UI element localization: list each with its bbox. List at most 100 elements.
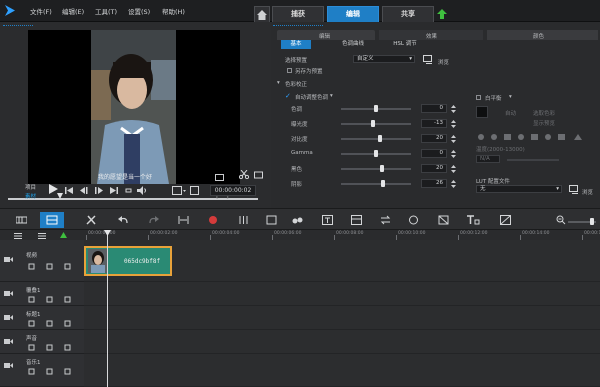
save-preset-checkbox[interactable] <box>287 68 292 73</box>
white-balance-checkbox[interactable] <box>476 95 481 100</box>
preset-browse-label[interactable]: 浏览 <box>438 58 449 66</box>
adjust-slider-knob[interactable] <box>381 180 385 187</box>
subtitle-editor-icon[interactable] <box>322 215 333 225</box>
multi-trim-icon[interactable] <box>351 215 362 225</box>
menu-help[interactable]: 帮助(H) <box>162 6 185 16</box>
motion-track-icon[interactable] <box>292 215 303 225</box>
adjust-slider[interactable] <box>341 138 411 140</box>
track-mute-icon[interactable] <box>46 263 53 270</box>
timeline-view-button[interactable] <box>40 212 64 228</box>
replace-icon[interactable] <box>380 215 391 225</box>
zoom-slider-knob[interactable] <box>590 218 594 225</box>
menu-edit[interactable]: 编辑(E) <box>62 6 84 16</box>
track-lock-icon[interactable] <box>28 263 35 270</box>
auto-music-icon[interactable] <box>266 215 277 225</box>
track-mute-icon[interactable] <box>46 320 53 327</box>
play-button[interactable] <box>48 184 58 194</box>
track-lane[interactable] <box>84 306 600 330</box>
track-visibility-icon[interactable] <box>64 344 71 351</box>
track-visibility-icon[interactable] <box>64 296 71 303</box>
track-mute-icon[interactable] <box>46 368 53 375</box>
tab-edit[interactable]: 编辑 <box>327 6 379 22</box>
track-lock-icon[interactable] <box>28 296 35 303</box>
auto-tone-checkbox[interactable]: ✓ <box>285 92 291 100</box>
temperature-slider[interactable] <box>507 159 559 161</box>
adjust-slider[interactable] <box>341 123 411 125</box>
next-frame-icon[interactable] <box>95 187 104 194</box>
track-mute-icon[interactable] <box>46 296 53 303</box>
adjust-value-field[interactable]: 26 <box>421 179 447 188</box>
menu-tools[interactable]: 工具(T) <box>95 6 117 16</box>
spinner-icon[interactable] <box>451 165 456 173</box>
lut-select[interactable]: 无 ▾ <box>476 185 562 193</box>
fit-timeline-icon[interactable] <box>178 215 189 225</box>
timeline-ruler[interactable]: 00:00:00:00 00:00:02:00 00:00:04:00 00:00:0… <box>86 230 600 240</box>
track-visibility-icon[interactable] <box>64 320 71 327</box>
aspect-icon[interactable] <box>172 186 186 195</box>
tab-color-panel[interactable]: 颜色 <box>533 32 544 40</box>
undo-icon[interactable] <box>118 215 129 225</box>
adjust-slider[interactable] <box>341 168 411 170</box>
adjust-slider-knob[interactable] <box>377 135 382 142</box>
lut-browse-label[interactable]: 浏览 <box>582 188 593 196</box>
playhead-marker-icon[interactable] <box>104 230 111 236</box>
record-icon[interactable] <box>208 215 219 225</box>
storyboard-view-icon[interactable] <box>16 215 27 225</box>
preset-browse-icon[interactable] <box>423 55 433 64</box>
menu-file[interactable]: 文件(F) <box>30 6 52 16</box>
redo-icon[interactable] <box>148 215 159 225</box>
tab-capture[interactable]: 捕获 <box>272 6 324 22</box>
mode-project[interactable]: 项目 <box>25 183 36 191</box>
tab-share[interactable]: 共享 <box>382 6 434 22</box>
repeat-icon[interactable] <box>124 186 133 195</box>
spinner-icon[interactable] <box>451 180 456 188</box>
snapshot-icon[interactable] <box>254 170 263 179</box>
go-start-icon[interactable] <box>65 187 73 194</box>
tab-effect-panel[interactable]: 效果 <box>426 32 437 40</box>
track-lock-icon[interactable] <box>28 344 35 351</box>
track-visibility-icon[interactable] <box>64 263 71 270</box>
resize-icon[interactable] <box>190 186 199 195</box>
spinner-icon[interactable] <box>451 120 456 128</box>
title-tool-icon[interactable] <box>466 215 480 225</box>
menu-settings[interactable]: 设置(S) <box>128 6 150 16</box>
mode-clip[interactable]: 素材 <box>25 192 36 200</box>
scissors-icon[interactable] <box>239 170 249 179</box>
adjust-slider-knob[interactable] <box>374 105 378 112</box>
home-button[interactable] <box>254 6 270 22</box>
tools-icon[interactable] <box>86 215 97 225</box>
audio-mixer-icon[interactable] <box>238 215 249 225</box>
mask-icon[interactable] <box>408 215 419 225</box>
track-lane[interactable] <box>84 330 600 354</box>
timecode-display[interactable]: 00:00:00:02 <box>210 185 256 196</box>
track-header[interactable] <box>0 354 84 387</box>
subtab-hsl[interactable]: HSL 调节 <box>383 40 427 49</box>
adjust-slider[interactable] <box>341 183 411 185</box>
timeline-playhead[interactable] <box>107 232 108 387</box>
adjust-value-field[interactable]: -13 <box>421 119 447 128</box>
subtab-basic[interactable]: 基本 <box>281 40 311 49</box>
spinner-icon[interactable] <box>451 150 456 158</box>
tab-edit-panel[interactable]: 编辑 <box>319 32 330 40</box>
add-marker-icon[interactable] <box>60 232 67 238</box>
adjust-value-field[interactable]: 0 <box>421 149 447 158</box>
color-swatch[interactable] <box>476 106 488 118</box>
zoom-out-icon[interactable] <box>556 215 567 225</box>
adjust-slider-knob[interactable] <box>370 120 375 127</box>
spinner-icon[interactable] <box>451 135 456 143</box>
preset-select[interactable]: 自定义 ▾ <box>353 55 415 63</box>
transform-icon[interactable] <box>438 215 449 225</box>
volume-icon[interactable] <box>137 186 147 195</box>
prev-frame-icon[interactable] <box>80 187 89 194</box>
go-end-icon[interactable] <box>110 187 118 194</box>
adjust-value-field[interactable]: 0 <box>421 104 447 113</box>
collapse-icon[interactable]: ▾ <box>277 80 280 86</box>
expand-icon[interactable] <box>215 174 224 181</box>
track-manager-icon[interactable] <box>14 233 22 239</box>
track-lane[interactable] <box>84 354 600 387</box>
effects-tool-icon[interactable] <box>500 215 511 225</box>
track-lock-icon[interactable] <box>28 320 35 327</box>
track-lock-icon[interactable] <box>28 368 35 375</box>
subtab-tone-curve[interactable]: 色调曲线 <box>333 40 373 49</box>
temperature-field[interactable]: N/A <box>476 155 500 163</box>
